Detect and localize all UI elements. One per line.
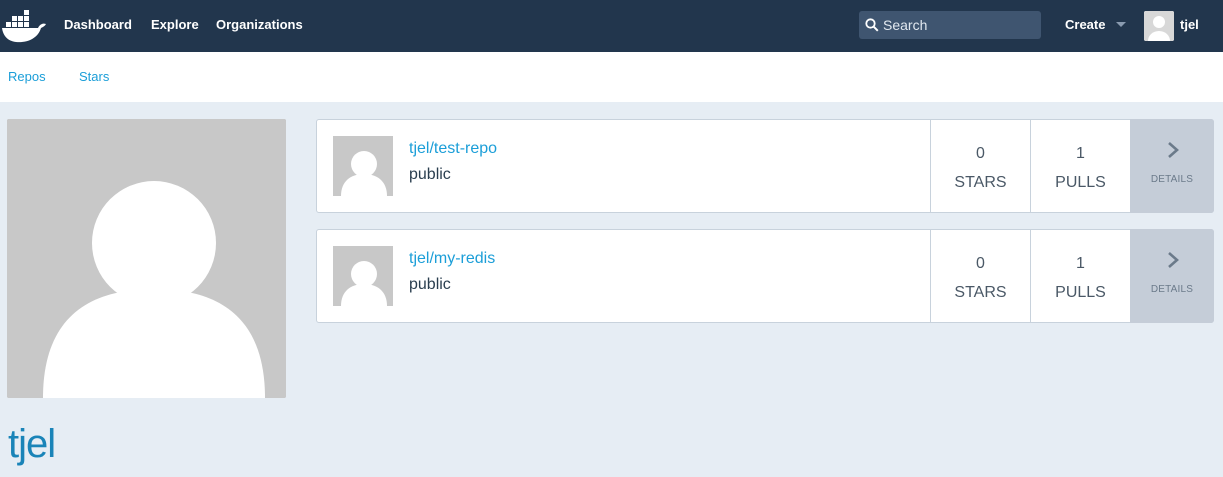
repo-visibility: public bbox=[409, 166, 451, 183]
pulls-label: PULLS bbox=[1055, 284, 1106, 301]
nav-organizations-link[interactable]: Organizations bbox=[216, 0, 303, 52]
profile-subnav: Repos Stars bbox=[0, 52, 1223, 102]
stars-count: 0 bbox=[976, 255, 985, 272]
pulls-count: 1 bbox=[1076, 145, 1085, 162]
stars-label: STARS bbox=[954, 284, 1007, 301]
repo-details-button[interactable]: DETAILS bbox=[1130, 229, 1214, 323]
search-input[interactable] bbox=[883, 11, 1039, 39]
user-menu-name[interactable]: tjel bbox=[1180, 0, 1199, 52]
profile-avatar bbox=[7, 119, 286, 398]
repo-visibility: public bbox=[409, 276, 451, 293]
user-avatar[interactable] bbox=[1144, 11, 1174, 41]
repo-stars-stat: 0 STARS bbox=[930, 120, 1030, 212]
profile-username: tjel bbox=[8, 422, 56, 466]
top-nav: Dashboard Explore Organizations Create t… bbox=[0, 0, 1223, 52]
nav-explore-link[interactable]: Explore bbox=[151, 0, 199, 52]
stars-count: 0 bbox=[976, 145, 985, 162]
repo-name-link[interactable]: tjel/my-redis bbox=[409, 250, 495, 268]
repo-pulls-stat: 1 PULLS bbox=[1030, 230, 1130, 322]
repo-name-link[interactable]: tjel/test-repo bbox=[409, 140, 497, 158]
details-label: DETAILS bbox=[1150, 174, 1194, 185]
create-menu-button[interactable]: Create bbox=[1065, 0, 1105, 52]
tab-stars[interactable]: Stars bbox=[79, 52, 109, 102]
search-box[interactable] bbox=[859, 11, 1041, 39]
pulls-count: 1 bbox=[1076, 255, 1085, 272]
details-label: DETAILS bbox=[1150, 284, 1194, 295]
repo-card: tjel/test-repo public 0 STARS 1 PULLS DE… bbox=[316, 119, 1214, 213]
tab-repos[interactable]: Repos bbox=[8, 52, 46, 102]
stars-label: STARS bbox=[954, 174, 1007, 191]
chevron-right-icon bbox=[1168, 142, 1179, 158]
pulls-label: PULLS bbox=[1055, 174, 1106, 191]
repo-stars-stat: 0 STARS bbox=[930, 230, 1030, 322]
repo-details-button[interactable]: DETAILS bbox=[1130, 119, 1214, 213]
nav-dashboard-link[interactable]: Dashboard bbox=[64, 0, 132, 52]
chevron-right-icon bbox=[1168, 252, 1179, 268]
repo-card: tjel/my-redis public 0 STARS 1 PULLS DET… bbox=[316, 229, 1214, 323]
create-chevron-down-icon[interactable] bbox=[1116, 22, 1126, 27]
search-icon bbox=[865, 18, 879, 32]
repo-pulls-stat: 1 PULLS bbox=[1030, 120, 1130, 212]
docker-whale-logo-icon[interactable] bbox=[0, 8, 50, 44]
repo-avatar bbox=[333, 136, 393, 196]
repo-avatar bbox=[333, 246, 393, 306]
